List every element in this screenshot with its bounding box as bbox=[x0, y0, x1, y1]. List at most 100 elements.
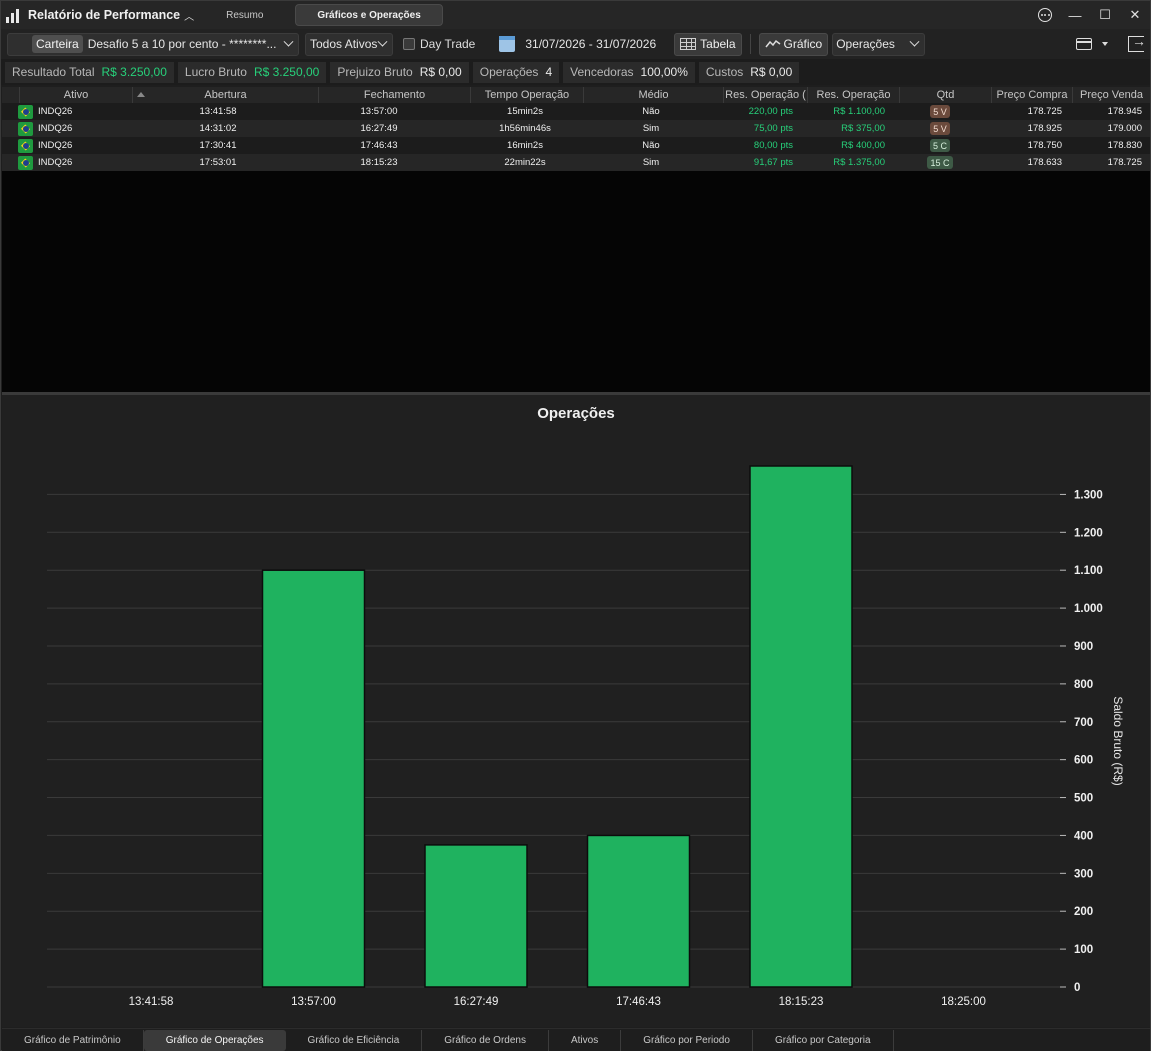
flag-cell bbox=[2, 120, 38, 137]
summary-value: R$ 0,00 bbox=[419, 65, 462, 79]
window-controls: — ☐ ✕ bbox=[1030, 4, 1150, 26]
tab-ativos[interactable]: Ativos bbox=[549, 1029, 622, 1051]
flag-cell bbox=[2, 137, 38, 154]
summary-vencedoras: Vencedoras 100,00% bbox=[563, 61, 695, 83]
res-rs-cell: R$ 400,00 bbox=[841, 140, 885, 151]
column-header-res-pts[interactable]: Res. Operação ( bbox=[724, 87, 808, 103]
table-row[interactable]: INDQ26 17:53:01 18:15:23 22min22s Sim 91… bbox=[2, 154, 1150, 171]
y-tick-label: 500 bbox=[1074, 793, 1093, 805]
column-label: Tempo Operação bbox=[484, 89, 570, 101]
line-chart-icon bbox=[764, 39, 780, 48]
tab-graficos-operacoes[interactable]: Gráficos e Operações bbox=[295, 4, 443, 26]
day-trade-toggle[interactable]: Day Trade bbox=[403, 37, 475, 51]
bar-174643 bbox=[586, 834, 691, 988]
tab-grafico-ordens[interactable]: Gráfico de Ordens bbox=[422, 1029, 549, 1051]
date-range[interactable]: 31/07/2026 - 31/07/2026 bbox=[525, 37, 656, 51]
tab-label: Gráfico de Ordens bbox=[444, 1034, 526, 1046]
minimize-button[interactable]: — bbox=[1064, 4, 1086, 26]
tab-label: Gráfico por Periodo bbox=[643, 1034, 730, 1046]
column-header-preco-compra[interactable]: Preço Compra bbox=[992, 87, 1073, 103]
carteira-tag: Carteira bbox=[32, 35, 83, 53]
carteira-value: Desafio 5 a 10 por cento - ********... bbox=[87, 37, 277, 51]
res-pts-cell: 91,67 pts bbox=[753, 157, 793, 168]
bar-181523 bbox=[749, 465, 853, 988]
column-header-tempo[interactable]: Tempo Operação bbox=[471, 87, 584, 103]
tab-grafico-periodo[interactable]: Gráfico por Periodo bbox=[621, 1029, 753, 1051]
y-tick-label: 1.100 bbox=[1074, 565, 1103, 577]
more-options-button[interactable] bbox=[1034, 4, 1056, 26]
ativo-cell: INDQ26 bbox=[38, 140, 73, 151]
tab-label: Gráfico de Eficiência bbox=[307, 1034, 400, 1046]
res-rs-cell: R$ 1.375,00 bbox=[833, 157, 885, 168]
day-trade-checkbox[interactable] bbox=[403, 38, 415, 50]
column-label: Res. Operação ( bbox=[725, 89, 806, 101]
column-header-qtd[interactable]: Qtd bbox=[900, 87, 992, 103]
x-tick-label: 18:15:23 bbox=[779, 996, 824, 1008]
column-label: Ativo bbox=[63, 89, 89, 101]
res-pts-cell: 80,00 pts bbox=[753, 140, 793, 151]
summary-prejuizo-bruto: Prejuizo Bruto R$ 0,00 bbox=[330, 61, 469, 83]
column-header-medio[interactable]: Médio bbox=[584, 87, 724, 103]
res-pts-cell: 75,00 pts bbox=[753, 123, 793, 134]
column-header-res-rs[interactable]: Res. Operação bbox=[808, 87, 900, 103]
qtd-badge: 15 C bbox=[927, 156, 953, 169]
y-tick-label: 0 bbox=[1074, 982, 1080, 994]
column-label: Preço Venda bbox=[1080, 89, 1143, 101]
summary-label: Vencedoras bbox=[570, 65, 634, 79]
summary-operacoes: Operações 4 bbox=[472, 61, 560, 83]
summary-label: Lucro Bruto bbox=[184, 65, 247, 79]
tab-grafico-categoria[interactable]: Gráfico por Categoria bbox=[753, 1029, 894, 1051]
tab-grafico-patrimonio[interactable]: Gráfico de Patrimônio bbox=[2, 1029, 144, 1051]
summary-value: 4 bbox=[545, 65, 553, 79]
exit-icon[interactable] bbox=[1128, 33, 1146, 52]
maximize-button[interactable]: ☐ bbox=[1094, 4, 1116, 26]
app-title[interactable]: Relatório de Performance bbox=[28, 8, 180, 22]
qtd-badge: 5 C bbox=[929, 139, 950, 152]
abertura-cell: 17:53:01 bbox=[199, 157, 237, 168]
ativos-select[interactable]: Todos Ativos bbox=[305, 32, 393, 56]
medio-cell: Sim bbox=[642, 157, 660, 168]
tab-resumo[interactable]: Resumo bbox=[206, 4, 283, 26]
compra-cell: 178.633 bbox=[1027, 157, 1062, 168]
fechamento-cell: 18:15:23 bbox=[360, 157, 398, 168]
table-row[interactable]: INDQ26 14:31:02 16:27:49 1h56min46s Sim … bbox=[2, 120, 1150, 137]
column-header-abertura[interactable]: Abertura bbox=[133, 87, 319, 103]
tab-grafico-operacoes[interactable]: Gráfico de Operações bbox=[143, 1029, 286, 1051]
operations-bar-chart: 0 100 200 300 400 500 600 700 800 900 1.000 1.100 1.… bbox=[47, 465, 1125, 1008]
res-rs-cell: R$ 1.100,00 bbox=[833, 106, 885, 117]
summary-lucro-bruto: Lucro Bruto R$ 3.250,00 bbox=[177, 61, 327, 83]
column-header-preco-venda[interactable]: Preço Venda bbox=[1073, 87, 1150, 103]
carteira-select[interactable]: Carteira Desafio 5 a 10 por cento - ****… bbox=[7, 32, 299, 56]
chevron-up-icon[interactable]: ︿ bbox=[184, 8, 194, 23]
compra-cell: 178.725 bbox=[1027, 106, 1062, 117]
caret-down-icon[interactable] bbox=[1102, 42, 1108, 46]
app-chart-icon bbox=[6, 7, 22, 23]
tabela-label: Tabela bbox=[700, 37, 736, 51]
summary-label: Resultado Total bbox=[12, 65, 95, 79]
toolbar-right bbox=[1076, 33, 1146, 52]
report-window: Relatório de Performance ︿ Resumo Gráfic… bbox=[0, 0, 1151, 1051]
table-row[interactable]: INDQ26 13:41:58 13:57:00 15min2s Não 220… bbox=[2, 103, 1150, 120]
wallet-icon[interactable] bbox=[1076, 38, 1092, 50]
medio-cell: Não bbox=[642, 140, 660, 151]
operacoes-select[interactable]: Operações bbox=[832, 32, 926, 56]
flag-cell bbox=[2, 154, 38, 171]
column-header-fechamento[interactable]: Fechamento bbox=[319, 87, 471, 103]
tabela-button[interactable]: Tabela bbox=[674, 32, 742, 56]
tab-grafico-eficiencia[interactable]: Gráfico de Eficiência bbox=[286, 1029, 423, 1051]
y-tick-label: 1.000 bbox=[1074, 603, 1103, 615]
y-tick-label: 200 bbox=[1074, 906, 1093, 918]
tempo-cell: 1h56min46s bbox=[499, 123, 551, 134]
close-button[interactable]: ✕ bbox=[1124, 4, 1146, 26]
column-header-ativo[interactable]: Ativo bbox=[20, 87, 133, 103]
summary-strip: Resultado Total R$ 3.250,00 Lucro Bruto R$… bbox=[1, 59, 1150, 85]
y-tick-label: 1.200 bbox=[1074, 527, 1103, 539]
grafico-button[interactable]: Gráfico bbox=[758, 32, 829, 56]
compra-cell: 178.925 bbox=[1027, 123, 1062, 134]
y-tick-label: 700 bbox=[1074, 717, 1093, 729]
venda-cell: 178.725 bbox=[1107, 157, 1142, 168]
x-tick-label: 17:46:43 bbox=[616, 996, 661, 1008]
chevron-down-icon bbox=[283, 36, 294, 47]
calendar-icon[interactable] bbox=[499, 36, 516, 52]
table-row[interactable]: INDQ26 17:30:41 17:46:43 16min2s Não 80,… bbox=[2, 137, 1150, 154]
